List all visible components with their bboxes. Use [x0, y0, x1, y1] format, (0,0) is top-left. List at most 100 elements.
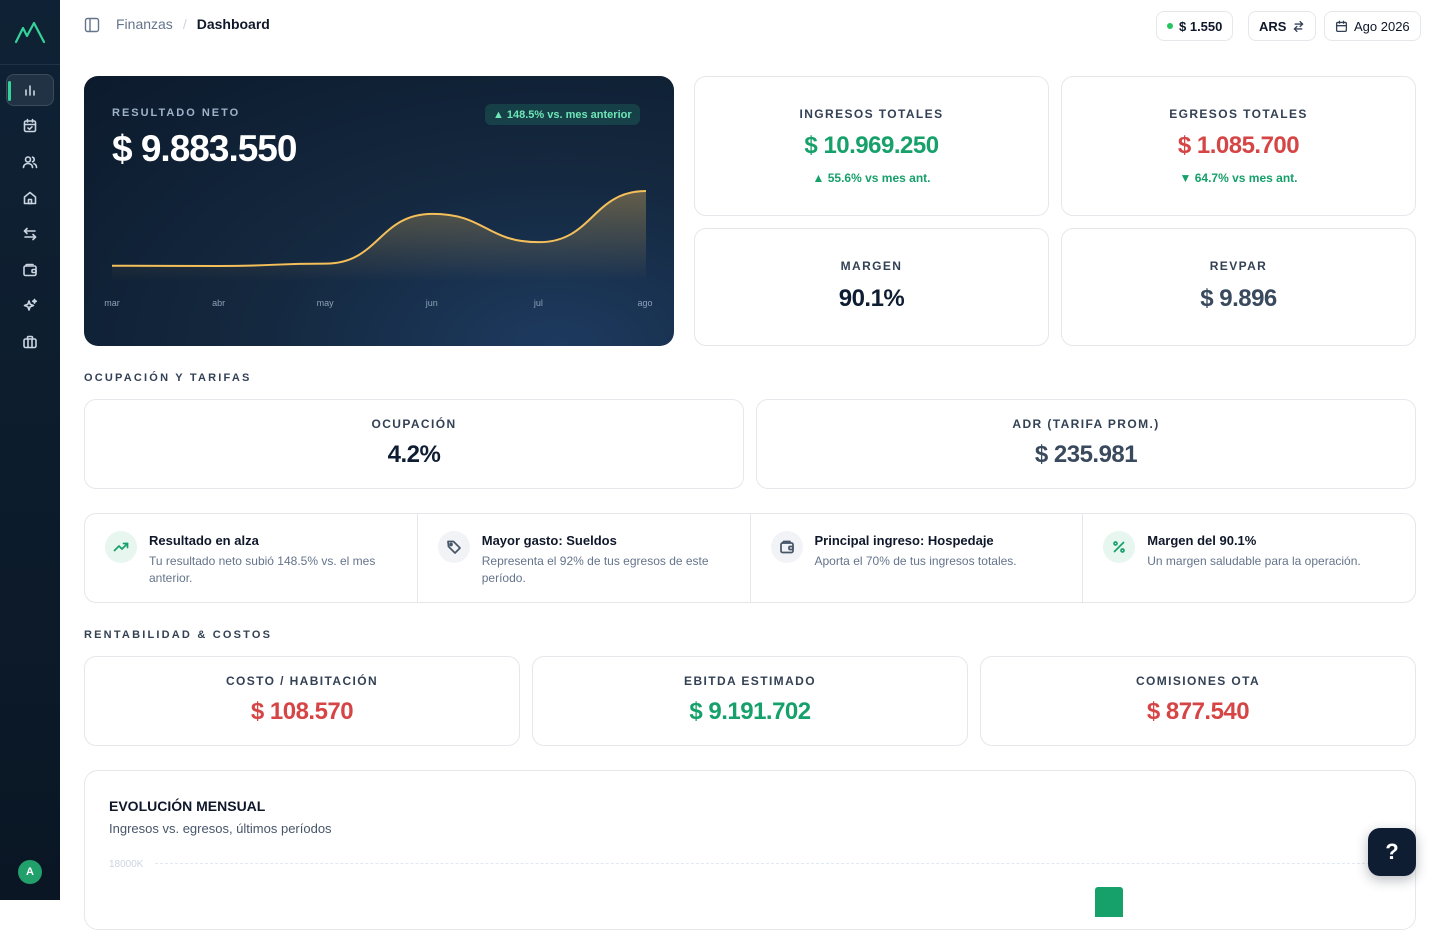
net-result-card: RESULTADO NETO $ 9.883.550 ▲ 148.5% vs. …	[84, 76, 674, 346]
breadcrumb-current: Dashboard	[196, 16, 270, 32]
insight-icon-wrap	[105, 531, 137, 563]
logo-icon[interactable]	[14, 20, 46, 46]
occupancy-label: OCUPACIÓN	[371, 417, 457, 431]
wallet-icon	[23, 263, 37, 277]
ota-commissions-label: COMISIONES OTA	[1135, 674, 1261, 688]
sidebar-item-properties[interactable]	[6, 182, 54, 214]
sidebar-item-transfers[interactable]	[6, 218, 54, 250]
users-icon	[22, 156, 38, 169]
insight-icon-wrap	[1103, 531, 1136, 563]
cost-per-room-label: COSTO / HABITACIÓN	[225, 674, 379, 688]
insight-item: Mayor gasto: Sueldos Representa el 92% d…	[418, 514, 751, 602]
margin-label: MARGEN	[840, 259, 903, 273]
occupancy-card: OCUPACIÓN 4.2%	[84, 399, 744, 489]
revpar-label: REVPAR	[1209, 259, 1268, 273]
insights-panel: Resultado en alza Tu resultado neto subi…	[84, 513, 1416, 603]
insight-item: Resultado en alza Tu resultado neto subi…	[85, 514, 418, 602]
y-axis-tick: 18000K	[109, 859, 144, 870]
section-title-occupancy: OCUPACIÓN Y TARIFAS	[84, 372, 252, 384]
net-result-value: $ 9.883.550	[112, 128, 297, 169]
occupancy-value: 4.2%	[387, 441, 441, 468]
currency-selector[interactable]: ARS	[1248, 11, 1317, 41]
breadcrumb-parent[interactable]: Finanzas	[116, 16, 173, 32]
revpar-card: REVPAR $ 9.896	[1061, 228, 1416, 346]
gridline	[155, 863, 1395, 864]
hero-month-label: jun	[425, 298, 438, 308]
expenses-change-text: 64.7% vs mes ant.	[1194, 171, 1298, 185]
income-card: INGRESOS TOTALES $ 10.969.250 ▲ 55.6% vs…	[694, 76, 1049, 216]
sidebar-divider	[0, 64, 60, 65]
section-title-profitability: RENTABILIDAD & COSTOS	[84, 629, 273, 641]
expenses-label: EGRESOS TOTALES	[1169, 107, 1308, 121]
income-label: INGRESOS TOTALES	[799, 107, 944, 121]
hero-month-label: ago	[637, 298, 653, 308]
insight-text: Aporta el 70% de tus ingresos totales.	[814, 554, 1017, 568]
expenses-card: EGRESOS TOTALES $ 1.085.700 ▼ 64.7% vs m…	[1061, 76, 1416, 216]
sidebar-item-wallet[interactable]	[6, 254, 54, 286]
insight-text: Tu resultado neto subió 148.5% vs. el me…	[149, 554, 376, 585]
help-button[interactable]: ?	[1368, 828, 1416, 876]
hero-month-label: mar	[104, 298, 120, 308]
hero-month-label: abr	[212, 298, 226, 308]
insight-item: Margen del 90.1% Un margen saludable par…	[1083, 514, 1415, 602]
margin-card: MARGEN 90.1%	[694, 228, 1049, 346]
swap-icon	[1294, 20, 1304, 32]
hero-month-label: jul	[533, 298, 543, 308]
adr-card: ADR (TARIFA PROM.) $ 235.981	[756, 399, 1416, 489]
ota-commissions-value: $ 877.540	[1146, 698, 1250, 725]
sidebar-item-ai[interactable]	[6, 290, 54, 322]
calendar-icon	[1335, 20, 1348, 32]
exchange-rate-value: $ 1.550	[1179, 18, 1223, 34]
insight-title: Principal ingreso: Hospedaje	[814, 533, 994, 548]
period-selector[interactable]: Ago 2026	[1324, 11, 1421, 41]
income-bar[interactable]	[1095, 887, 1123, 917]
adr-value: $ 235.981	[1034, 441, 1138, 468]
exchange-rate-pill[interactable]: $ 1.550	[1156, 11, 1234, 41]
home-icon	[23, 191, 37, 205]
topbar: Finanzas / Dashboard $ 1.550 ARS Ago 202…	[60, 0, 1440, 50]
currency-value: ARS	[1259, 18, 1287, 34]
income-change-text: 55.6% vs mes ant.	[827, 171, 931, 185]
sidebar-item-guests[interactable]	[6, 146, 54, 178]
sidebar-item-dashboard[interactable]	[6, 74, 54, 106]
income-value: $ 10.969.250	[804, 132, 939, 159]
expenses-value: $ 1.085.700	[1177, 132, 1300, 159]
insight-title: Resultado en alza	[149, 533, 259, 548]
revpar-value: $ 9.896	[1200, 285, 1277, 312]
monthly-evolution-card: EVOLUCIÓN MENSUAL Ingresos vs. egresos, …	[84, 770, 1416, 930]
tag-icon	[446, 540, 461, 554]
sidebar-item-calendar[interactable]	[6, 110, 54, 142]
wallet-icon	[779, 540, 794, 554]
monthly-subtitle: Ingresos vs. egresos, últimos períodos	[109, 821, 332, 836]
transfer-icon	[23, 227, 37, 241]
net-result-badge-text: 148.5% vs. mes anterior	[506, 108, 632, 121]
avatar[interactable]: A	[18, 860, 42, 884]
sidebar-toggle-icon[interactable]	[84, 17, 100, 33]
ebitda-card: EBITDA ESTIMADO $ 9.191.702	[532, 656, 968, 746]
percent-icon	[1113, 541, 1126, 553]
chart-icon	[25, 85, 35, 96]
insight-icon-wrap	[437, 531, 470, 563]
sidebar: A	[0, 0, 60, 900]
breadcrumb: Finanzas / Dashboard	[116, 16, 270, 32]
expenses-change: ▼ 64.7% vs mes ant.	[1062, 171, 1415, 185]
sidebar-item-business[interactable]	[6, 326, 54, 358]
insight-title: Margen del 90.1%	[1147, 533, 1257, 548]
insight-text: Representa el 92% de tus egresos de este…	[481, 554, 709, 585]
status-dot-icon	[1167, 23, 1173, 29]
cost-per-room-card: COSTO / HABITACIÓN $ 108.570	[84, 656, 520, 746]
net-result-badge: ▲ 148.5% vs. mes anterior	[485, 104, 640, 125]
insight-item: Principal ingreso: Hospedaje Aporta el 7…	[751, 514, 1084, 602]
monthly-title: EVOLUCIÓN MENSUAL	[109, 798, 266, 814]
insight-icon-wrap	[770, 531, 803, 563]
sparkle-icon	[23, 298, 38, 311]
margin-value: 90.1%	[838, 285, 905, 312]
calendar-icon	[23, 118, 37, 133]
breadcrumb-separator: /	[182, 16, 187, 32]
arrow-up-icon: ▲	[812, 171, 825, 185]
ebitda-label: EBITDA ESTIMADO	[684, 674, 816, 688]
cost-per-room-value: $ 108.570	[250, 698, 354, 725]
hero-month-label: may	[316, 298, 334, 308]
period-value: Ago 2026	[1354, 18, 1410, 34]
trending-up-icon	[113, 542, 129, 552]
